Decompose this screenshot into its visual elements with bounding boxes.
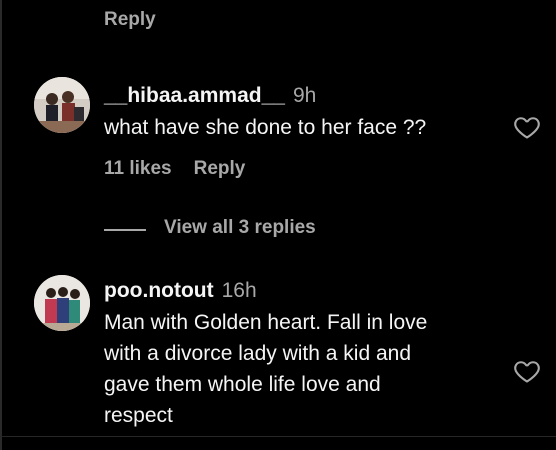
avatar[interactable] — [34, 275, 90, 331]
comment-header: __hibaa.ammad__ 9h — [104, 84, 316, 108]
like-heart-icon[interactable] — [512, 357, 542, 385]
reply-button[interactable]: Reply — [104, 9, 156, 31]
comment-text: what have she done to her face ?? — [104, 116, 427, 139]
comment-username[interactable]: poo.notout — [104, 279, 214, 302]
avatar[interactable] — [34, 77, 90, 133]
avatar-photo — [34, 77, 90, 133]
comment-username[interactable]: __hibaa.ammad__ — [104, 84, 285, 107]
replies-line — [104, 229, 146, 231]
comment-text-line: respect — [104, 404, 173, 427]
comment-text-line: with a divorce lady with a kid and — [104, 342, 411, 365]
comment-meta: 11 likes Reply — [104, 158, 267, 180]
comment-time: 16h — [221, 279, 257, 302]
likes-count[interactable]: 11 likes — [104, 158, 172, 179]
comment-text-line: gave them whole life love and — [104, 373, 381, 396]
reply-button[interactable]: Reply — [194, 158, 246, 179]
comment-time: 9h — [292, 84, 317, 107]
like-heart-icon[interactable] — [512, 113, 542, 141]
comment-header: poo.notout 16h — [104, 279, 257, 303]
view-replies-button[interactable]: View all 3 replies — [164, 217, 316, 239]
thread-divider — [0, 0, 2, 450]
divider — [0, 436, 556, 437]
comment-text: Man with Golden heart. Fall in love with… — [104, 307, 427, 431]
comment-text-line: Man with Golden heart. Fall in love — [104, 311, 428, 334]
avatar-photo — [34, 275, 90, 331]
